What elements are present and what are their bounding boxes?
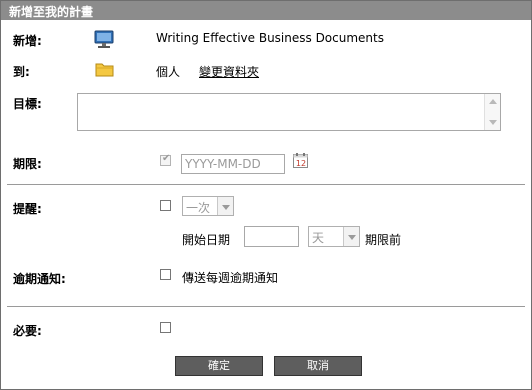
scroll-up-icon[interactable] bbox=[489, 99, 497, 104]
monitor-icon bbox=[93, 30, 115, 50]
start-date-label: 開始日期 bbox=[182, 233, 231, 247]
goal-textarea[interactable] bbox=[77, 93, 501, 131]
reminder-frequency-value: 一次 bbox=[186, 201, 211, 215]
divider-1 bbox=[7, 184, 525, 185]
overdue-checkbox[interactable] bbox=[160, 269, 171, 280]
svg-text:12: 12 bbox=[296, 159, 306, 168]
reminder-checkbox[interactable] bbox=[160, 200, 171, 211]
before-deadline-label: 期限前 bbox=[365, 233, 402, 247]
add-to-plan-dialog: 新增至我的計畫 新增: Writing Effective Business D… bbox=[0, 0, 532, 390]
dialog-title: 新增至我的計畫 bbox=[9, 5, 94, 19]
chevron-down-icon[interactable] bbox=[217, 197, 233, 215]
required-checkbox[interactable] bbox=[160, 322, 171, 333]
folder-icon bbox=[95, 61, 115, 78]
ok-button[interactable]: 確定 bbox=[175, 356, 263, 376]
reminder-unit-value: 天 bbox=[312, 231, 325, 245]
reminder-unit-select[interactable]: 天 bbox=[308, 226, 360, 247]
to-label: 到: bbox=[13, 65, 30, 79]
course-title: Writing Effective Business Documents bbox=[156, 31, 384, 45]
dialog-titlebar: 新增至我的計畫 bbox=[1, 1, 531, 20]
reminder-label: 提醒: bbox=[13, 202, 42, 216]
calendar-icon[interactable]: 12 bbox=[292, 152, 310, 170]
deadline-input[interactable]: YYYY-MM-DD bbox=[181, 154, 285, 174]
reminder-frequency-select[interactable]: 一次 bbox=[182, 196, 234, 216]
deadline-label: 期限: bbox=[13, 157, 42, 171]
cancel-button[interactable]: 取消 bbox=[274, 356, 362, 376]
goal-scrollbar[interactable] bbox=[484, 94, 500, 130]
folder-name: 個人 bbox=[156, 65, 181, 79]
deadline-checkbox[interactable]: ✔ bbox=[160, 153, 171, 166]
required-label: 必要: bbox=[13, 324, 42, 338]
divider-2 bbox=[7, 306, 525, 307]
check-icon: ✔ bbox=[162, 153, 171, 164]
overdue-label: 逾期通知: bbox=[13, 272, 66, 286]
overdue-checkbox-label: 傳送每週逾期通知 bbox=[182, 271, 279, 285]
goal-label: 目標: bbox=[13, 97, 42, 111]
add-label: 新增: bbox=[13, 34, 42, 48]
start-date-input[interactable] bbox=[244, 226, 299, 247]
change-folder-link[interactable]: 變更資料夾 bbox=[199, 63, 259, 80]
scroll-down-icon[interactable] bbox=[489, 120, 497, 125]
chevron-down-icon[interactable] bbox=[343, 227, 359, 246]
deadline-placeholder: YYYY-MM-DD bbox=[185, 157, 261, 171]
